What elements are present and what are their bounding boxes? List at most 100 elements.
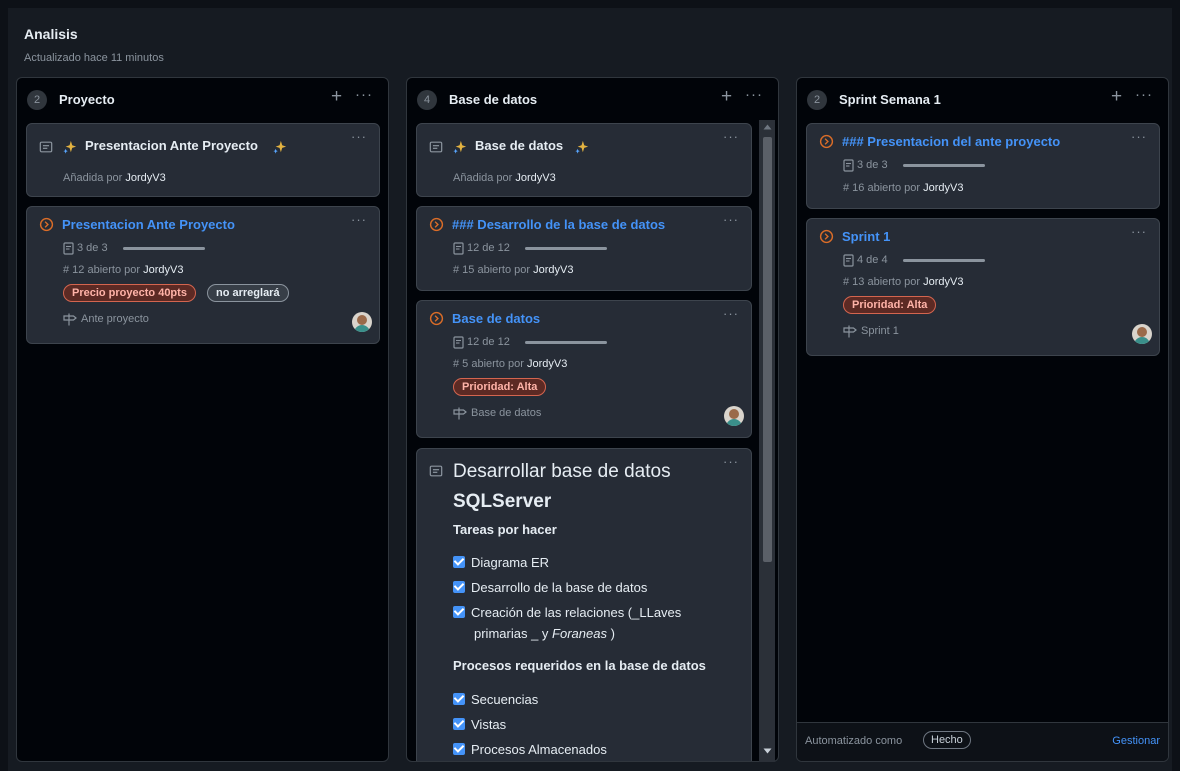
- sparkles-icon: [273, 140, 287, 154]
- checkbox-checked[interactable]: [453, 743, 465, 755]
- card-menu-button[interactable]: ···: [351, 213, 367, 226]
- assignee-avatar[interactable]: [724, 406, 744, 426]
- scroll-down-arrow-icon[interactable]: [763, 748, 772, 754]
- status-pill[interactable]: Hecho: [923, 731, 971, 749]
- checkbox-checked[interactable]: [453, 606, 465, 618]
- column-count: 4: [417, 90, 437, 110]
- issue-card[interactable]: ### Desarrollo de la base de datos ··· 1…: [416, 206, 752, 291]
- card-menu-button[interactable]: ···: [1131, 130, 1147, 143]
- task-progress-bar: [903, 259, 985, 262]
- task-progress-text: 3 de 3: [77, 242, 108, 254]
- author-link[interactable]: JordyV3: [923, 182, 963, 194]
- milestone-link[interactable]: Sprint 1: [861, 325, 899, 337]
- sparkles-icon: [63, 140, 77, 154]
- note-subheading: Tareas por hacer: [453, 522, 557, 537]
- note-heading: Desarrollar base de datos: [453, 461, 671, 482]
- milestone-icon: [843, 325, 857, 338]
- milestone-link[interactable]: Ante proyecto: [81, 313, 149, 325]
- author-link[interactable]: JordyV3: [125, 172, 165, 184]
- column-title: Proyecto: [59, 92, 115, 107]
- tasklist-icon: [453, 242, 464, 255]
- issue-open-icon: [429, 311, 444, 326]
- draft-note-card[interactable]: ··· Desarrollar base de datos SQLServer …: [416, 448, 752, 761]
- card-title-link[interactable]: Presentacion Ante Proyecto: [62, 217, 235, 232]
- task-progress-bar: [123, 247, 205, 250]
- milestone-link[interactable]: Base de datos: [471, 407, 541, 419]
- tasklist-icon: [843, 159, 854, 172]
- card-title-link[interactable]: Base de datos: [452, 311, 540, 326]
- issue-open-icon: [429, 217, 444, 232]
- card-title[interactable]: Base de datos: [475, 138, 563, 153]
- column-count: 2: [807, 90, 827, 110]
- tasklist-icon: [843, 254, 854, 267]
- task-progress-text: 4 de 4: [857, 254, 888, 266]
- label-badge[interactable]: no arreglará: [207, 284, 289, 302]
- issue-card[interactable]: Base de datos ··· 12 de 12 # 5 abierto p…: [416, 300, 752, 438]
- task-item: Procesos Almacenados: [453, 742, 607, 757]
- label-badge[interactable]: Prioridad: Alta: [453, 378, 547, 396]
- card-title-link[interactable]: ### Desarrollo de la base de datos: [452, 217, 665, 232]
- card-meta: Añadida por JordyV3: [453, 172, 556, 184]
- column-menu-button[interactable]: ···: [1135, 86, 1153, 103]
- label-badge[interactable]: Prioridad: Alta: [843, 296, 937, 314]
- task-progress-text: 12 de 12: [467, 336, 510, 348]
- card-menu-button[interactable]: ···: [351, 130, 367, 143]
- column-header: 2 Proyecto + ···: [17, 78, 388, 122]
- scrollbar-thumb[interactable]: [763, 137, 772, 562]
- draft-card[interactable]: Base de datos ··· Añadida por JordyV3: [416, 123, 752, 197]
- checkbox-checked[interactable]: [453, 718, 465, 730]
- column-menu-button[interactable]: ···: [745, 86, 763, 103]
- scroll-up-arrow-icon[interactable]: [763, 124, 772, 130]
- author-link[interactable]: JordyV3: [515, 172, 555, 184]
- card-menu-button[interactable]: ···: [1131, 225, 1147, 238]
- draft-note-icon: [39, 141, 53, 153]
- issue-open-icon: [39, 217, 54, 232]
- checkbox-checked[interactable]: [453, 556, 465, 568]
- author-link[interactable]: JordyV3: [533, 264, 573, 276]
- draft-card[interactable]: Presentacion Ante Proyecto ··· Añadida p…: [26, 123, 380, 197]
- task-item: Vistas: [453, 717, 506, 732]
- card-menu-button[interactable]: ···: [723, 455, 739, 468]
- issue-card[interactable]: Sprint 1 ··· 4 de 4 # 13 abierto por Jor…: [806, 218, 1160, 356]
- manage-link[interactable]: Gestionar: [1112, 735, 1160, 747]
- add-item-button[interactable]: +: [721, 87, 732, 107]
- card-title-link[interactable]: Sprint 1: [842, 229, 890, 244]
- sparkles-icon: [453, 140, 467, 154]
- board-title: Analisis: [24, 26, 78, 42]
- assignee-avatar[interactable]: [1132, 324, 1152, 344]
- card-menu-button[interactable]: ···: [723, 307, 739, 320]
- column-sprint-semana-1: 2 Sprint Semana 1 + ··· ### Presentacion…: [796, 77, 1169, 762]
- sparkles-icon: [575, 140, 589, 154]
- column-menu-button[interactable]: ···: [355, 86, 373, 103]
- task-progress-text: 3 de 3: [857, 159, 888, 171]
- milestone-icon: [63, 313, 77, 326]
- issue-card[interactable]: Presentacion Ante Proyecto ··· 3 de 3 # …: [26, 206, 380, 344]
- assignee-avatar[interactable]: [352, 312, 372, 332]
- column-proyecto: 2 Proyecto + ··· Presentacion Ante Proye…: [16, 77, 389, 762]
- add-item-button[interactable]: +: [331, 87, 342, 107]
- column-count: 2: [27, 90, 47, 110]
- card-title-link[interactable]: ### Presentacion del ante proyecto: [842, 134, 1060, 149]
- card-meta: # 13 abierto por JordyV3: [843, 276, 964, 288]
- task-item: Desarrollo de la base de datos: [453, 580, 647, 595]
- card-meta: # 5 abierto por JordyV3: [453, 358, 568, 370]
- author-link[interactable]: JordyV3: [923, 276, 963, 288]
- checkbox-checked[interactable]: [453, 581, 465, 593]
- author-link[interactable]: JordyV3: [143, 264, 183, 276]
- add-item-button[interactable]: +: [1111, 87, 1122, 107]
- card-meta: # 16 abierto por JordyV3: [843, 182, 964, 194]
- task-progress-text: 12 de 12: [467, 242, 510, 254]
- task-item: Secuencias: [453, 692, 538, 707]
- label-badge[interactable]: Precio proyecto 40pts: [63, 284, 196, 302]
- card-menu-button[interactable]: ···: [723, 130, 739, 143]
- issue-open-icon: [819, 229, 834, 244]
- author-link[interactable]: JordyV3: [527, 358, 567, 370]
- card-title[interactable]: Presentacion Ante Proyecto: [85, 138, 258, 153]
- card-menu-button[interactable]: ···: [723, 213, 739, 226]
- checkbox-checked[interactable]: [453, 693, 465, 705]
- milestone-icon: [453, 407, 467, 420]
- column-header: 4 Base de datos + ···: [407, 78, 778, 122]
- issue-card[interactable]: ### Presentacion del ante proyecto ··· 3…: [806, 123, 1160, 209]
- card-meta: Añadida por JordyV3: [63, 172, 166, 184]
- task-progress-bar: [903, 164, 985, 167]
